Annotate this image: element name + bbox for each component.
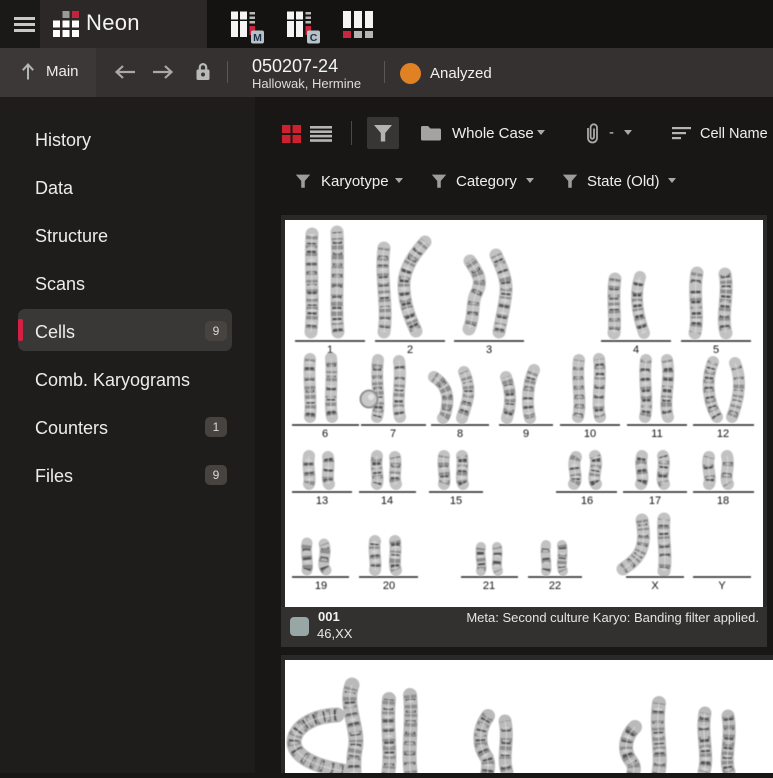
svg-text:7: 7: [390, 428, 396, 440]
svg-text:14: 14: [381, 495, 393, 507]
svg-text:18: 18: [717, 495, 729, 507]
svg-text:15: 15: [450, 495, 462, 507]
svg-text:22: 22: [549, 580, 561, 592]
svg-text:8: 8: [457, 428, 463, 440]
svg-text:3: 3: [486, 344, 492, 356]
svg-text:11: 11: [651, 428, 662, 440]
svg-text:4: 4: [633, 344, 639, 356]
svg-text:16: 16: [581, 495, 593, 507]
svg-text:C: C: [310, 32, 318, 44]
svg-text:13: 13: [316, 495, 328, 507]
svg-text:12: 12: [717, 428, 729, 440]
svg-text:2: 2: [407, 344, 413, 356]
svg-text:9: 9: [523, 428, 529, 440]
svg-text:1: 1: [327, 344, 333, 356]
svg-text:20: 20: [383, 580, 395, 592]
svg-text:X: X: [651, 580, 659, 592]
svg-text:21: 21: [483, 580, 495, 592]
svg-text:Y: Y: [718, 580, 726, 592]
svg-text:M: M: [253, 32, 262, 44]
svg-text:6: 6: [322, 428, 328, 440]
svg-text:17: 17: [649, 495, 661, 507]
svg-text:10: 10: [584, 428, 596, 440]
svg-text:5: 5: [713, 344, 719, 356]
svg-text:19: 19: [315, 580, 327, 592]
